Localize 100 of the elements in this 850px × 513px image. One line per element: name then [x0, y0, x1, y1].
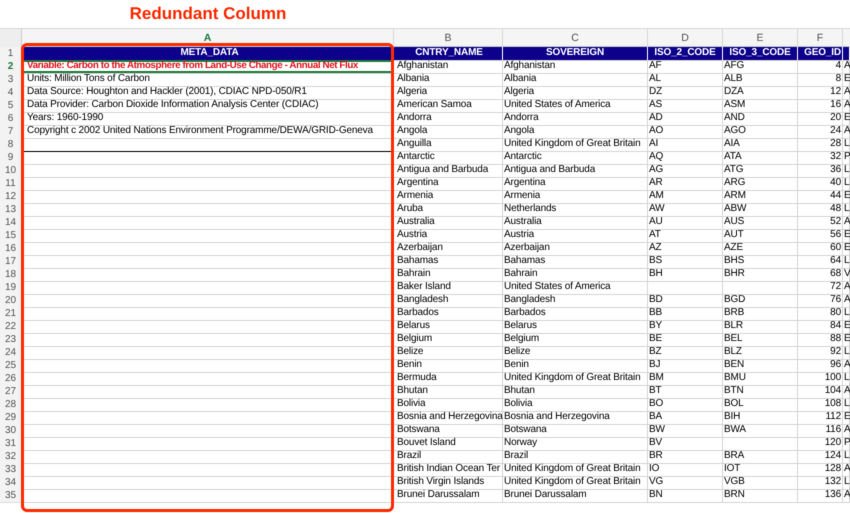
table-cell: Data Source: Houghton and Hackler (2001), CDIAC NPD-050/R1 — [22, 86, 394, 100]
table-cell: AQ — [648, 151, 723, 165]
table-cell: L — [843, 307, 850, 321]
table-cell: Variable: Carbon to the Atmosphere from Land-Use Change - Annual Net Flux — [22, 60, 394, 74]
table-cell: Belgium — [503, 333, 648, 347]
table-cell: 28 — [798, 138, 843, 152]
table-cell: AND — [723, 112, 798, 126]
table-cell: 8 — [798, 73, 843, 87]
table-cell: 136 — [798, 489, 843, 503]
table-cell: AS — [648, 99, 723, 113]
table-cell: Bahamas — [503, 255, 648, 269]
table-cell: BY — [648, 320, 723, 334]
table-cell: 88 — [798, 333, 843, 347]
table-cell: AT — [648, 229, 723, 243]
table-cell: BEL — [723, 333, 798, 347]
table-cell: E — [843, 242, 850, 256]
table-cell: L — [843, 398, 850, 412]
column-heading: CNTRY_NAME — [394, 47, 503, 61]
table-cell: Algeria — [503, 86, 648, 100]
table-cell: 64 — [798, 255, 843, 269]
table-cell: L — [843, 372, 850, 386]
table-cell: Years: 1960-1990 — [22, 112, 394, 126]
table-cell: ALB — [723, 73, 798, 87]
table-cell: Copyright c 2002 United Nations Environment Programme/DEWA/GRID-Geneva — [22, 125, 394, 139]
table-cell: ASM — [723, 99, 798, 113]
table-cell: 44 — [798, 190, 843, 204]
table-cell: BD — [648, 294, 723, 308]
table-cell: Austria — [503, 229, 648, 243]
table-cell: AIA — [723, 138, 798, 152]
table-cell: British Indian Ocean Ter — [394, 463, 503, 477]
table-cell: Bahamas — [394, 255, 503, 269]
table-cell: BIH — [723, 411, 798, 425]
table-cell: 12 — [798, 86, 843, 100]
table-cell: AW — [648, 203, 723, 217]
table-cell: Belgium — [394, 333, 503, 347]
table-cell: BO — [648, 398, 723, 412]
table-cell: AGO — [723, 125, 798, 139]
column-heading: ISO_3_CODE — [723, 47, 798, 61]
table-cell: 120 — [798, 437, 843, 451]
row-number: 35 — [0, 489, 22, 503]
table-cell: L — [843, 164, 850, 178]
table-cell: United States of America — [503, 99, 648, 113]
table-cell: VGB — [723, 476, 798, 490]
table-cell: BR — [648, 450, 723, 464]
table-cell: Bhutan — [503, 385, 648, 399]
table-cell: 128 — [798, 463, 843, 477]
table-cell: Belize — [394, 346, 503, 360]
table-cell: Bolivia — [503, 398, 648, 412]
table-cell: BEN — [723, 359, 798, 373]
table-cell: Afghanistan — [394, 60, 503, 74]
table-cell: ARM — [723, 190, 798, 204]
table-cell: BA — [648, 411, 723, 425]
annotation-title: Redundant Column — [128, 3, 288, 25]
table-cell: Albania — [503, 73, 648, 87]
table-cell: Argentina — [394, 177, 503, 191]
table-cell: IO — [648, 463, 723, 477]
table-cell: BH — [648, 268, 723, 282]
table-cell: 72 — [798, 281, 843, 295]
table-cell: BT — [648, 385, 723, 399]
table-cell: BV — [648, 437, 723, 451]
table-cell: Netherlands — [503, 203, 648, 217]
table-cell: 56 — [798, 229, 843, 243]
table-cell: 68 — [798, 268, 843, 282]
table-cell: Benin — [503, 359, 648, 373]
table-cell: Bosnia and Herzegovina — [394, 411, 503, 425]
table-cell: Azerbaijan — [394, 242, 503, 256]
table-cell: BMU — [723, 372, 798, 386]
table-cell: AUS — [723, 216, 798, 230]
table-cell: Brunei Darussalam — [394, 489, 503, 503]
table-cell: AU — [648, 216, 723, 230]
table-cell: ABW — [723, 203, 798, 217]
table-cell: American Samoa — [394, 99, 503, 113]
table-cell: Botswana — [503, 424, 648, 438]
table-cell: AUT — [723, 229, 798, 243]
table-cell: Antigua and Barbuda — [394, 164, 503, 178]
table-cell: AZ — [648, 242, 723, 256]
table-cell: 84 — [798, 320, 843, 334]
table-cell: 96 — [798, 359, 843, 373]
table-cell: Bouvet Island — [394, 437, 503, 451]
table-cell: Brazil — [394, 450, 503, 464]
table-cell: L — [843, 450, 850, 464]
table-cell: 104 — [798, 385, 843, 399]
table-cell: 100 — [798, 372, 843, 386]
table-cell: BN — [648, 489, 723, 503]
table-cell: 112 — [798, 411, 843, 425]
table-cell: BM — [648, 372, 723, 386]
table-cell: British Virgin Islands — [394, 476, 503, 490]
table-cell: 40 — [798, 177, 843, 191]
table-cell: Angola — [503, 125, 648, 139]
table-cell: BLZ — [723, 346, 798, 360]
table-cell: Argentina — [503, 177, 648, 191]
table-cell: E — [843, 112, 850, 126]
table-cell: Data Provider: Carbon Dioxide Information Analysis Center (CDIAC) — [22, 99, 394, 113]
table-cell: 132 — [798, 476, 843, 490]
table-cell: AM — [648, 190, 723, 204]
table-cell: United Kingdom of Great Britain — [503, 138, 648, 152]
table-cell: Benin — [394, 359, 503, 373]
table-cell: Andorra — [394, 112, 503, 126]
table-cell: Bosnia and Herzegovina — [503, 411, 648, 425]
table-cell: IOT — [723, 463, 798, 477]
